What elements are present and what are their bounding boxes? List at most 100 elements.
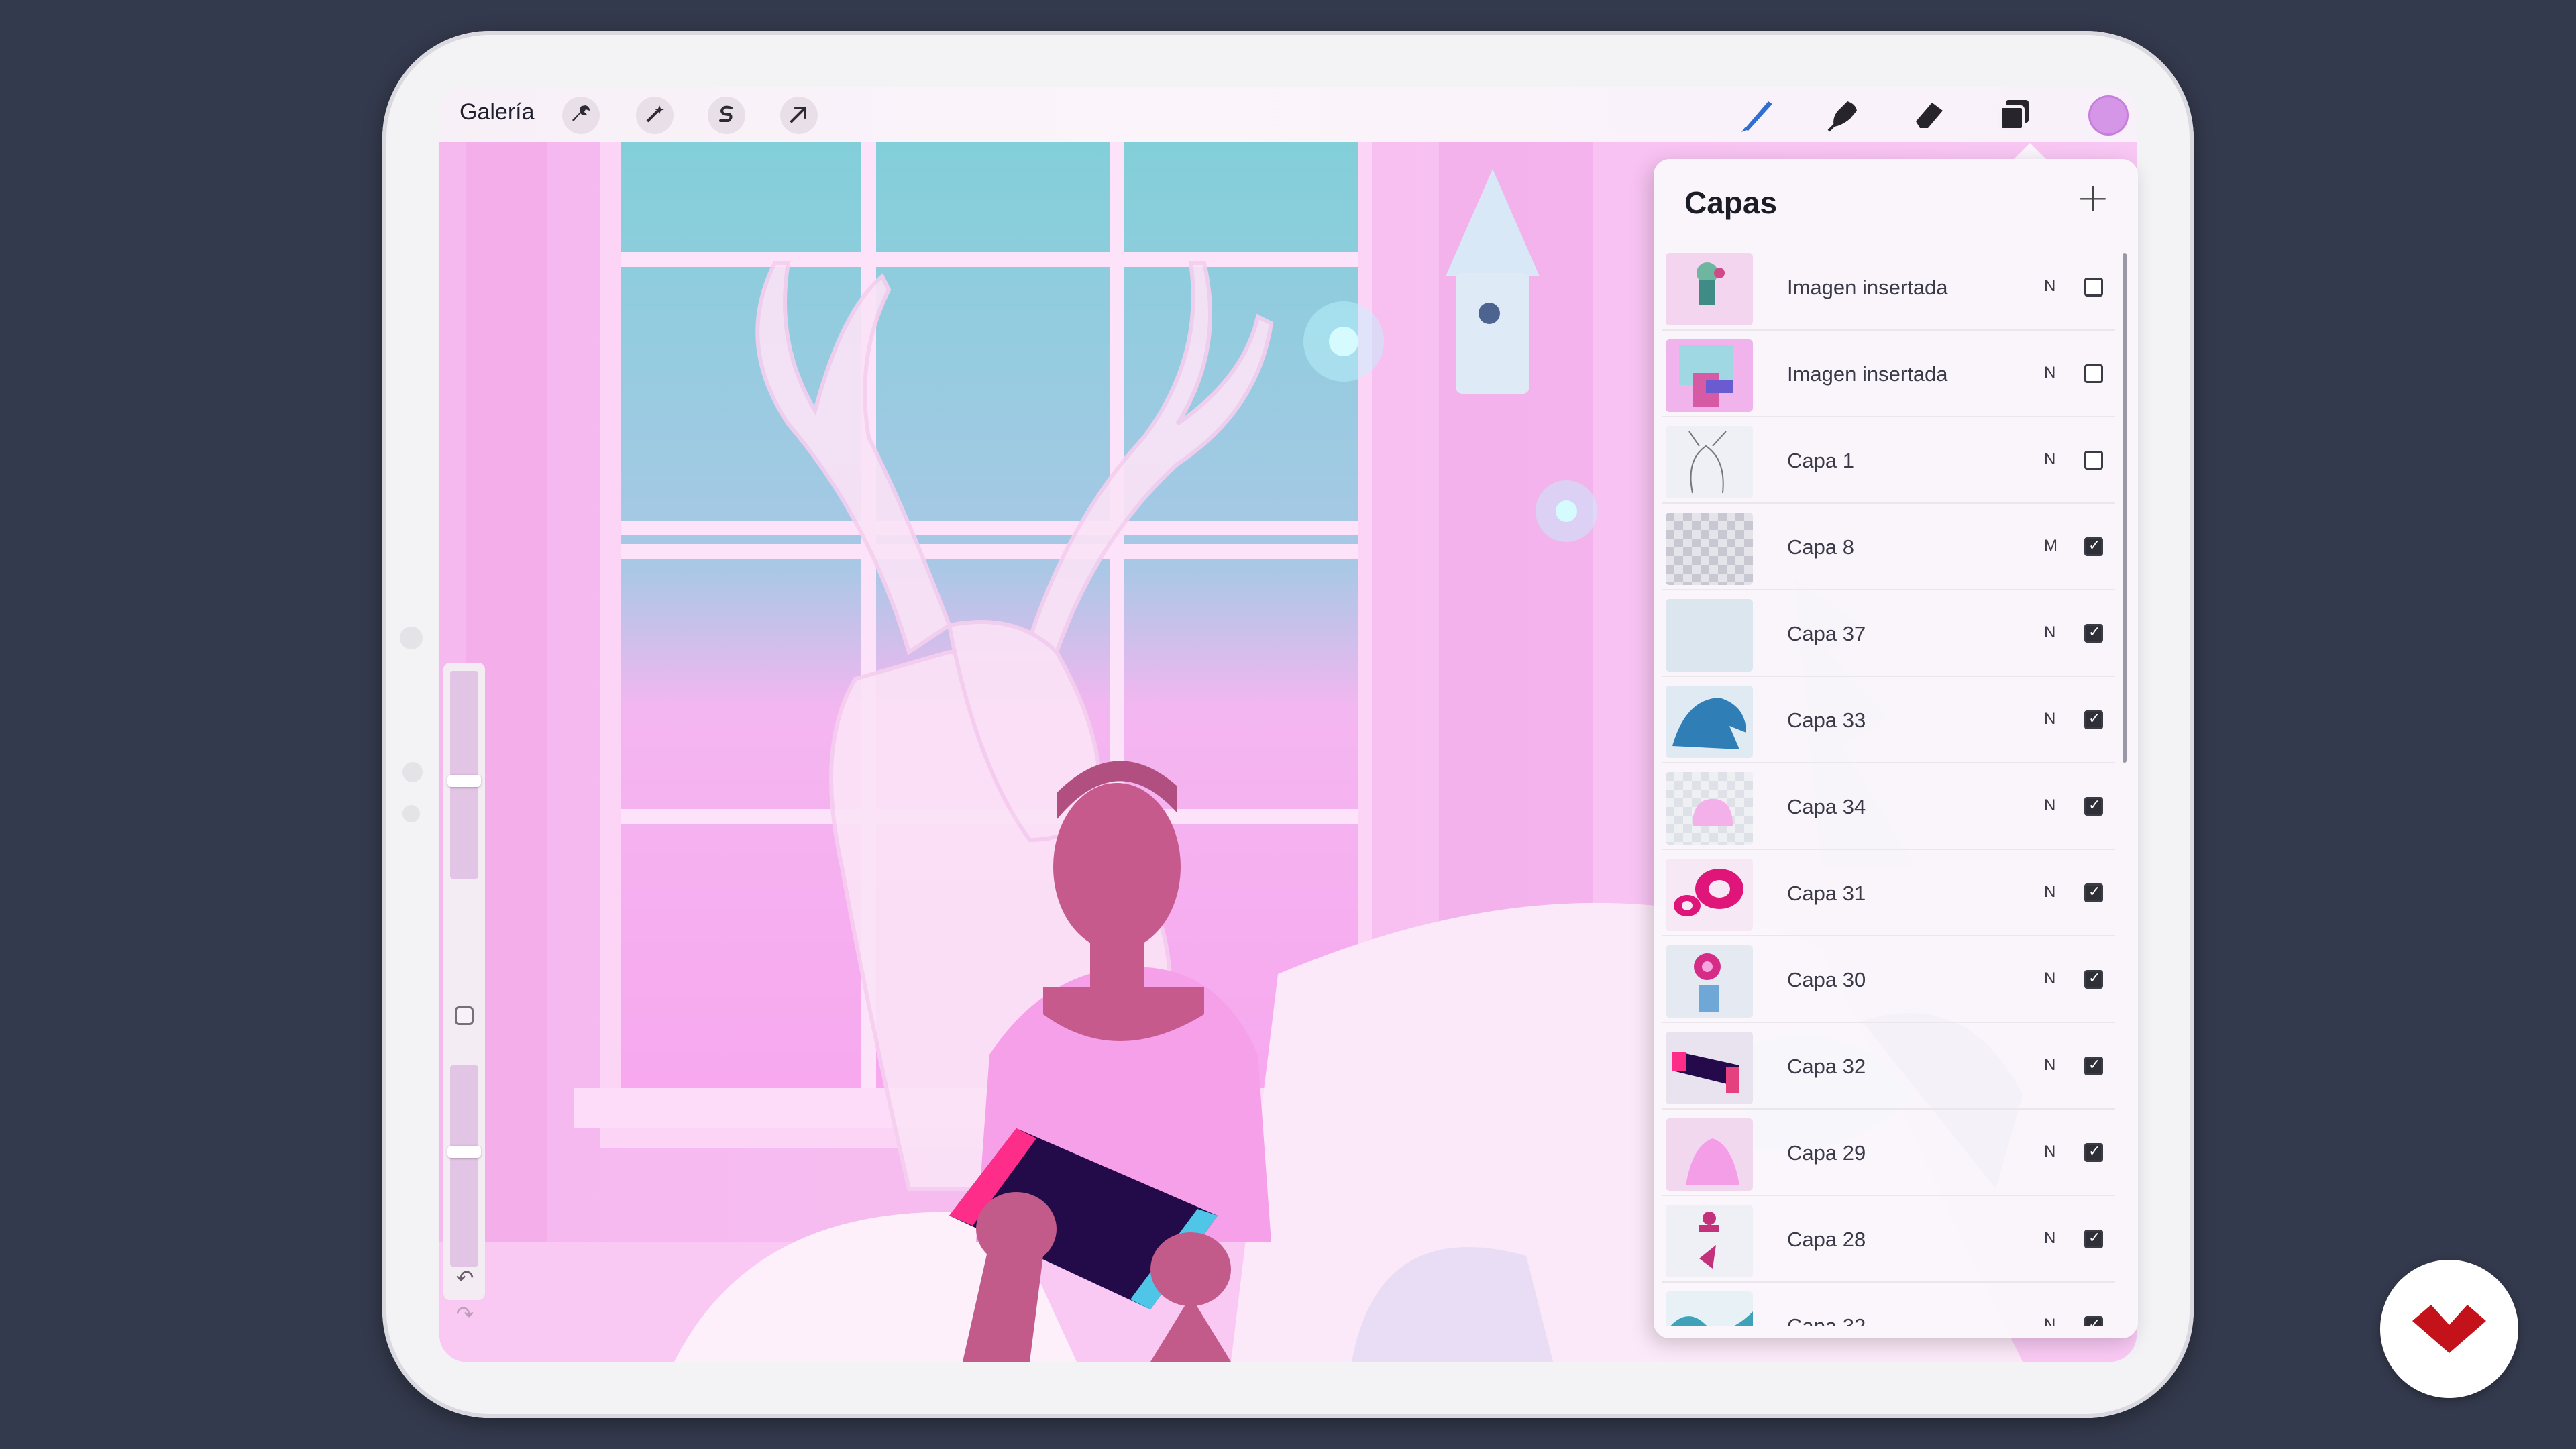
layer-row[interactable]: Capa 1 N	[1662, 421, 2115, 504]
selection-icon	[715, 103, 738, 128]
modify-button[interactable]	[455, 1006, 474, 1025]
blend-mode-button[interactable]: N	[2044, 623, 2055, 642]
blend-mode-button[interactable]: N	[2044, 710, 2055, 729]
layer-row[interactable]: Capa 28 N	[1662, 1199, 2115, 1283]
layer-row[interactable]: Capa 32 N	[1662, 1026, 2115, 1110]
layer-thumbnail	[1666, 426, 1753, 498]
layers-tool-button[interactable]	[1994, 95, 2036, 137]
wrench-icon	[570, 103, 592, 128]
blend-mode-button[interactable]: N	[2044, 277, 2055, 296]
brush-size-handle[interactable]	[447, 775, 481, 787]
layer-thumbnail	[1666, 1205, 1753, 1277]
visibility-checkbox[interactable]	[2084, 624, 2103, 643]
smudge-icon	[1825, 96, 1862, 136]
visibility-checkbox[interactable]	[2084, 710, 2103, 729]
layer-thumbnail	[1666, 599, 1753, 672]
bezel-dot	[400, 627, 423, 649]
brush-icon	[1739, 96, 1776, 136]
layer-row[interactable]: Capa 31 N	[1662, 853, 2115, 936]
redo-icon[interactable]: ↷	[451, 1301, 478, 1327]
layer-row[interactable]: Imagen insertada N	[1662, 334, 2115, 417]
opacity-slider[interactable]	[450, 1065, 478, 1267]
panel-title: Capas	[1684, 185, 1778, 220]
visibility-checkbox[interactable]	[2084, 1057, 2103, 1075]
blend-mode-button[interactable]: N	[2044, 883, 2055, 902]
layer-thumbnail	[1666, 686, 1753, 758]
layer-name: Capa 31	[1787, 881, 1866, 905]
color-picker-button[interactable]	[2088, 95, 2129, 136]
magic-wand-icon	[643, 103, 666, 128]
panel-pointer	[2012, 143, 2047, 160]
layer-name: Capa 34	[1787, 795, 1866, 818]
layer-list[interactable]: Imagen insertada N Imagen insertada N Capa 1…	[1662, 248, 2115, 1326]
layer-row[interactable]: Imagen insertada N	[1662, 248, 2115, 331]
visibility-checkbox[interactable]	[2084, 537, 2103, 556]
bezel-dot	[402, 762, 423, 782]
layer-row[interactable]: Capa 29 N	[1662, 1113, 2115, 1196]
visibility-checkbox[interactable]	[2084, 970, 2103, 989]
blend-mode-button[interactable]: N	[2044, 450, 2055, 469]
visibility-checkbox[interactable]	[2084, 278, 2103, 297]
blend-mode-button[interactable]: N	[2044, 1316, 2055, 1326]
visibility-checkbox[interactable]	[2084, 797, 2103, 816]
layer-thumbnail	[1666, 1032, 1753, 1104]
blend-mode-button[interactable]: N	[2044, 969, 2055, 988]
brand-logo	[2380, 1260, 2518, 1398]
layers-panel: Capas + Imagen insertada N Imagen insertad…	[1654, 159, 2138, 1338]
smudge-tool-button[interactable]	[1823, 95, 1864, 137]
transform-button[interactable]	[780, 97, 818, 134]
visibility-checkbox[interactable]	[2084, 883, 2103, 902]
layer-thumbnail	[1666, 1118, 1753, 1191]
layer-row[interactable]: Capa 33 N	[1662, 680, 2115, 763]
layer-thumbnail	[1666, 772, 1753, 845]
layer-thumbnail	[1666, 253, 1753, 325]
layer-thumbnail	[1666, 859, 1753, 931]
layer-name: Capa 32	[1787, 1314, 1866, 1326]
layer-name: Capa 29	[1787, 1141, 1866, 1165]
layer-thumbnail	[1666, 945, 1753, 1018]
layer-thumbnail	[1666, 339, 1753, 412]
visibility-checkbox[interactable]	[2084, 1316, 2103, 1326]
logo-mark-icon	[2412, 1305, 2486, 1353]
layer-row[interactable]: Capa 37 N	[1662, 594, 2115, 677]
eraser-icon	[1911, 96, 1948, 136]
selection-button[interactable]	[708, 97, 745, 134]
eraser-tool-button[interactable]	[1909, 95, 1950, 137]
side-controls: ↶ ↷	[443, 663, 485, 1327]
layers-icon	[1996, 96, 2034, 136]
layer-row[interactable]: Capa 8 M	[1662, 507, 2115, 590]
layer-name: Capa 33	[1787, 708, 1866, 732]
layer-name: Imagen insertada	[1787, 276, 1948, 299]
layer-thumbnail	[1666, 513, 1753, 585]
blend-mode-button[interactable]: N	[2044, 1229, 2055, 1248]
blend-mode-button[interactable]: N	[2044, 1142, 2055, 1161]
blend-mode-button[interactable]: N	[2044, 796, 2055, 815]
layer-row[interactable]: Capa 34 N	[1662, 767, 2115, 850]
brush-tool-button[interactable]	[1737, 95, 1778, 137]
transform-arrow-icon	[788, 103, 810, 128]
layer-row[interactable]: Capa 32 N	[1662, 1286, 2115, 1326]
adjustments-button[interactable]	[636, 97, 674, 134]
layers-scrollbar[interactable]	[2123, 253, 2127, 763]
opacity-handle[interactable]	[447, 1146, 481, 1158]
undo-icon[interactable]: ↶	[451, 1265, 478, 1291]
actions-wrench-button[interactable]	[562, 97, 600, 134]
layer-name: Capa 30	[1787, 968, 1866, 991]
layer-name: Capa 28	[1787, 1228, 1866, 1251]
visibility-checkbox[interactable]	[2084, 1143, 2103, 1162]
blend-mode-button[interactable]: N	[2044, 364, 2055, 382]
blend-mode-button[interactable]: M	[2044, 537, 2057, 555]
layer-name: Capa 32	[1787, 1055, 1866, 1078]
layer-thumbnail	[1666, 1291, 1753, 1326]
layer-name: Capa 37	[1787, 622, 1866, 645]
blend-mode-button[interactable]: N	[2044, 1056, 2055, 1075]
gallery-button[interactable]: Galería	[460, 99, 535, 125]
visibility-checkbox[interactable]	[2084, 1230, 2103, 1248]
visibility-checkbox[interactable]	[2084, 364, 2103, 383]
visibility-checkbox[interactable]	[2084, 451, 2103, 470]
bezel-dot	[402, 805, 420, 822]
add-layer-button[interactable]: +	[2076, 178, 2110, 218]
layer-name: Imagen insertada	[1787, 362, 1948, 386]
layer-name: Capa 1	[1787, 449, 1854, 472]
layer-row[interactable]: Capa 30 N	[1662, 940, 2115, 1023]
